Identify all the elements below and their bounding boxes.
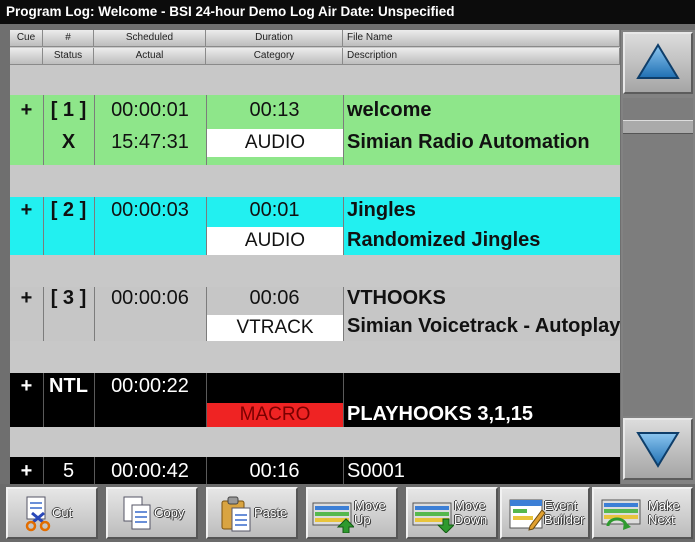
event-builder-label: Event Builder [544, 498, 585, 527]
cue-marker[interactable]: + [10, 460, 43, 483]
column-header-row-1: Cue # Scheduled Duration File Name [10, 30, 620, 47]
scheduled-time: 00:00:01 [111, 99, 189, 121]
header-blank [10, 48, 43, 65]
move-up-label: Move Up [354, 498, 386, 527]
category-badge: AUDIO [207, 129, 343, 157]
vertical-scrollbar[interactable] [621, 30, 695, 484]
log-event-row[interactable]: + [ 2 ] 00:00:03 00:01 Jingles AUDIO Ran… [10, 197, 620, 255]
duration: 00:16 [249, 460, 300, 482]
triangle-up-icon [636, 43, 680, 79]
scroll-up-button[interactable] [623, 32, 693, 94]
scheduled-time: 00:00:42 [111, 460, 189, 482]
header-status[interactable]: Status [43, 48, 94, 65]
make-next-button[interactable]: Make Next [592, 487, 693, 539]
scroll-track[interactable] [623, 98, 693, 416]
program-log-grid: Cue # Scheduled Duration File Name Statu… [10, 30, 620, 484]
move-up-icon [312, 497, 356, 536]
copy-label: Copy [154, 505, 185, 520]
event-number: NTL [49, 375, 88, 397]
event-builder-button[interactable]: Event Builder [500, 487, 590, 539]
move-down-button[interactable]: Move Down [406, 487, 498, 539]
event-number: [ 2 ] [50, 199, 87, 221]
copy-button[interactable]: Copy [106, 487, 198, 539]
log-event-row[interactable]: + 5 00:00:42 00:16 S0001 [10, 457, 620, 484]
file-name: S0001 [347, 460, 405, 482]
event-description: PLAYHOOKS 3,1,15 [347, 403, 534, 425]
header-number[interactable]: # [43, 30, 94, 47]
event-number: [ 1 ] [50, 99, 87, 121]
move-down-icon [412, 497, 456, 536]
make-next-icon [600, 496, 644, 535]
duration: 00:13 [249, 99, 300, 121]
column-header-row-2: Status Actual Category Description [10, 48, 620, 65]
cue-marker[interactable]: + [10, 375, 43, 398]
copy-icon [122, 495, 152, 536]
cut-button[interactable]: Cut [6, 487, 98, 539]
move-up-button[interactable]: Move Up [306, 487, 398, 539]
event-builder-icon [508, 496, 546, 535]
cue-marker[interactable]: + [10, 99, 43, 122]
log-event-row[interactable]: + NTL 00:00:22 MACRO PLAYHOOKS 3,1,15 [10, 373, 620, 427]
event-description: Simian Voicetrack - Autoplay [347, 315, 620, 337]
cut-label: Cut [52, 505, 73, 520]
actual-time: 15:47:31 [111, 131, 189, 153]
log-event-row[interactable]: + [ 1 ] 00:00:01 00:13 welcome X 15:47:3… [10, 95, 620, 165]
row-separator [10, 66, 620, 95]
header-description[interactable]: Description [343, 48, 620, 65]
category-badge: AUDIO [207, 227, 343, 255]
header-category[interactable]: Category [206, 48, 343, 65]
move-down-label: Move Down [454, 498, 488, 527]
scheduled-time: 00:00:06 [111, 287, 189, 309]
paste-icon [220, 495, 252, 536]
event-number: [ 3 ] [50, 287, 87, 309]
scroll-thumb[interactable] [623, 120, 693, 134]
paste-button[interactable]: Paste [206, 487, 298, 539]
duration: 00:01 [249, 199, 300, 221]
cue-marker[interactable]: + [10, 287, 43, 310]
row-separator [10, 341, 620, 373]
event-number: 5 [62, 460, 75, 482]
window-title: Program Log: Welcome - BSI 24-hour Demo … [0, 0, 695, 24]
file-name: Jingles [347, 199, 416, 221]
file-name: VTHOOKS [347, 287, 446, 309]
header-file-name[interactable]: File Name [343, 30, 620, 47]
scheduled-time: 00:00:03 [111, 199, 189, 221]
row-separator [10, 165, 620, 197]
header-actual[interactable]: Actual [94, 48, 206, 65]
row-separator [10, 427, 620, 457]
event-status: X [61, 131, 76, 153]
scroll-down-button[interactable] [623, 418, 693, 480]
scheduled-time: 00:00:22 [111, 375, 189, 397]
event-description: Randomized Jingles [347, 229, 541, 251]
scissors-icon [24, 495, 52, 536]
make-next-label: Make Next [648, 498, 680, 527]
triangle-down-icon [636, 432, 680, 468]
row-separator [10, 255, 620, 287]
header-duration[interactable]: Duration [206, 30, 343, 47]
duration: 00:06 [249, 287, 300, 309]
header-cue[interactable]: Cue [10, 30, 43, 47]
header-scheduled[interactable]: Scheduled [94, 30, 206, 47]
category-badge: VTRACK [207, 315, 343, 341]
cue-marker[interactable]: + [10, 199, 43, 222]
category-badge: MACRO [207, 403, 343, 427]
event-description: Simian Radio Automation [347, 131, 590, 153]
bottom-toolbar: Cut Copy Paste Move Up Move Down Event B… [0, 484, 695, 542]
paste-label: Paste [254, 505, 288, 520]
file-name: welcome [347, 99, 432, 121]
log-event-row[interactable]: + [ 3 ] 00:00:06 00:06 VTHOOKS VTRACK Si… [10, 287, 620, 341]
